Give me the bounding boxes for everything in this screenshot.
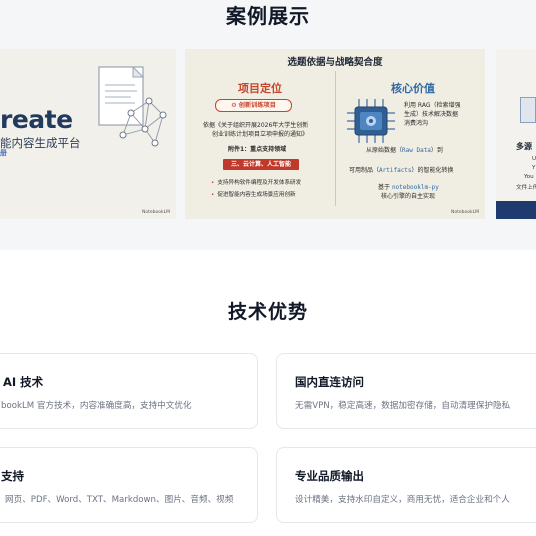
advantage-card-desc: 网页、PDF、Word、TXT、Markdown、图片、音频、视频 bbox=[5, 495, 234, 505]
advantage-card-title: 国内直连访问 bbox=[295, 375, 364, 389]
cases-section-title: 案例展示 bbox=[226, 4, 310, 28]
slide-right-line-1: U bbox=[532, 156, 536, 162]
slide-left-subtitle: 能内容生成平台 bbox=[0, 136, 81, 150]
innovation-badge: ⚙ 创新训练项目 bbox=[215, 99, 292, 112]
rag-line-3: 消费鸿沟 bbox=[404, 120, 429, 127]
basis-line-1: 依据《关于组织开展2026年大学生创新 bbox=[203, 122, 309, 129]
slide-right-footer-band bbox=[496, 201, 536, 219]
slide-left-heading: reate bbox=[0, 105, 73, 134]
case-slide-left[interactable]: reate 能内容生成平台 册 NotebookLM bbox=[0, 49, 176, 219]
file-icon bbox=[520, 97, 536, 123]
advantage-card-desc: 设计精美，支持水印自定义，商用无忧，适合企业和个人 bbox=[295, 495, 510, 505]
slide-left-footer-logo: NotebookLM bbox=[141, 210, 170, 215]
ai-chip-icon bbox=[347, 99, 395, 143]
slide-mid-divider bbox=[335, 71, 336, 206]
gear-icon: ⚙ bbox=[231, 102, 237, 109]
slide-right-line-4: 文件上传 bbox=[516, 185, 536, 191]
slide-mid-footer-logo: NotebookLM bbox=[450, 210, 479, 215]
advantage-card-desc: 无需VPN，稳定高速，数据加密存储，自动清理保护隐私 bbox=[295, 401, 511, 411]
slide-right-line-3: You bbox=[524, 174, 534, 180]
engine-line-2: 核心引擎的自主实现 bbox=[381, 193, 436, 200]
advantage-card-title: 支持 bbox=[1, 469, 24, 483]
case-slide-right[interactable]: 多源 U Y You 文件上传 bbox=[496, 49, 536, 219]
engine-line-1: 基于 notebooklm-py bbox=[378, 184, 439, 191]
rag-line-2: 生成）技术解决数据 bbox=[404, 111, 459, 118]
advantage-card-format-support: 支持 网页、PDF、Word、TXT、Markdown、图片、音频、视频 bbox=[0, 447, 258, 523]
advantage-card-title: AI 技术 bbox=[3, 375, 44, 389]
advantage-card-desc: bookLM 官方技术，内容准确度高，支持中文优化 bbox=[1, 401, 192, 411]
rag-line-1: 利用 RAG（检索增强 bbox=[404, 102, 461, 109]
slide-mid-title: 选题依据与战略契合度 bbox=[287, 57, 383, 68]
artifacts-line: 可用制品（Artifacts）的智能化转换 bbox=[349, 167, 454, 174]
bullet-item-2: 促进智能内容生成场景应用创新 bbox=[211, 190, 295, 198]
positioning-heading: 项目定位 bbox=[238, 82, 282, 95]
core-value-heading: 核心价值 bbox=[391, 82, 435, 95]
document-network-icon bbox=[98, 66, 167, 147]
basis-line-2: 创业训练计划项目立项申报的通知》 bbox=[212, 131, 309, 138]
advantage-card-ai: AI 技术 bookLM 官方技术，内容准确度高，支持中文优化 bbox=[0, 353, 258, 429]
slide-left-tag: 册 bbox=[0, 149, 7, 157]
advantage-card-direct-access: 国内直连访问 无需VPN，稳定高速，数据加密存储，自动清理保护隐私 bbox=[276, 353, 536, 429]
cases-section: 案例展示 reate 能内容生成平台 册 NotebookLM 选题依据与战略契… bbox=[0, 0, 536, 250]
advantage-card-quality-output: 专业品质输出 设计精美，支持水印自定义，商用无忧，适合企业和个人 bbox=[276, 447, 536, 523]
focus-area-band: 三、云计算、人工智能 bbox=[223, 159, 299, 170]
raw-data-line: 从原始数据（Raw Data）到 bbox=[366, 147, 443, 154]
attachment-label: 附件1：重点支持领域 bbox=[228, 146, 287, 153]
case-slide-middle[interactable]: 选题依据与战略契合度 项目定位 ⚙ 创新训练项目 依据《关于组织开展2026年大… bbox=[185, 49, 485, 219]
slide-right-title: 多源 bbox=[516, 142, 532, 151]
slide-right-line-2: Y bbox=[532, 165, 536, 171]
bullet-item-1: 支持异构软件编程及开发体系研发 bbox=[211, 178, 301, 186]
innovation-badge-label: 创新训练项目 bbox=[238, 102, 276, 109]
advantage-card-title: 专业品质输出 bbox=[295, 469, 364, 483]
advantages-section-title: 技术优势 bbox=[227, 301, 308, 323]
